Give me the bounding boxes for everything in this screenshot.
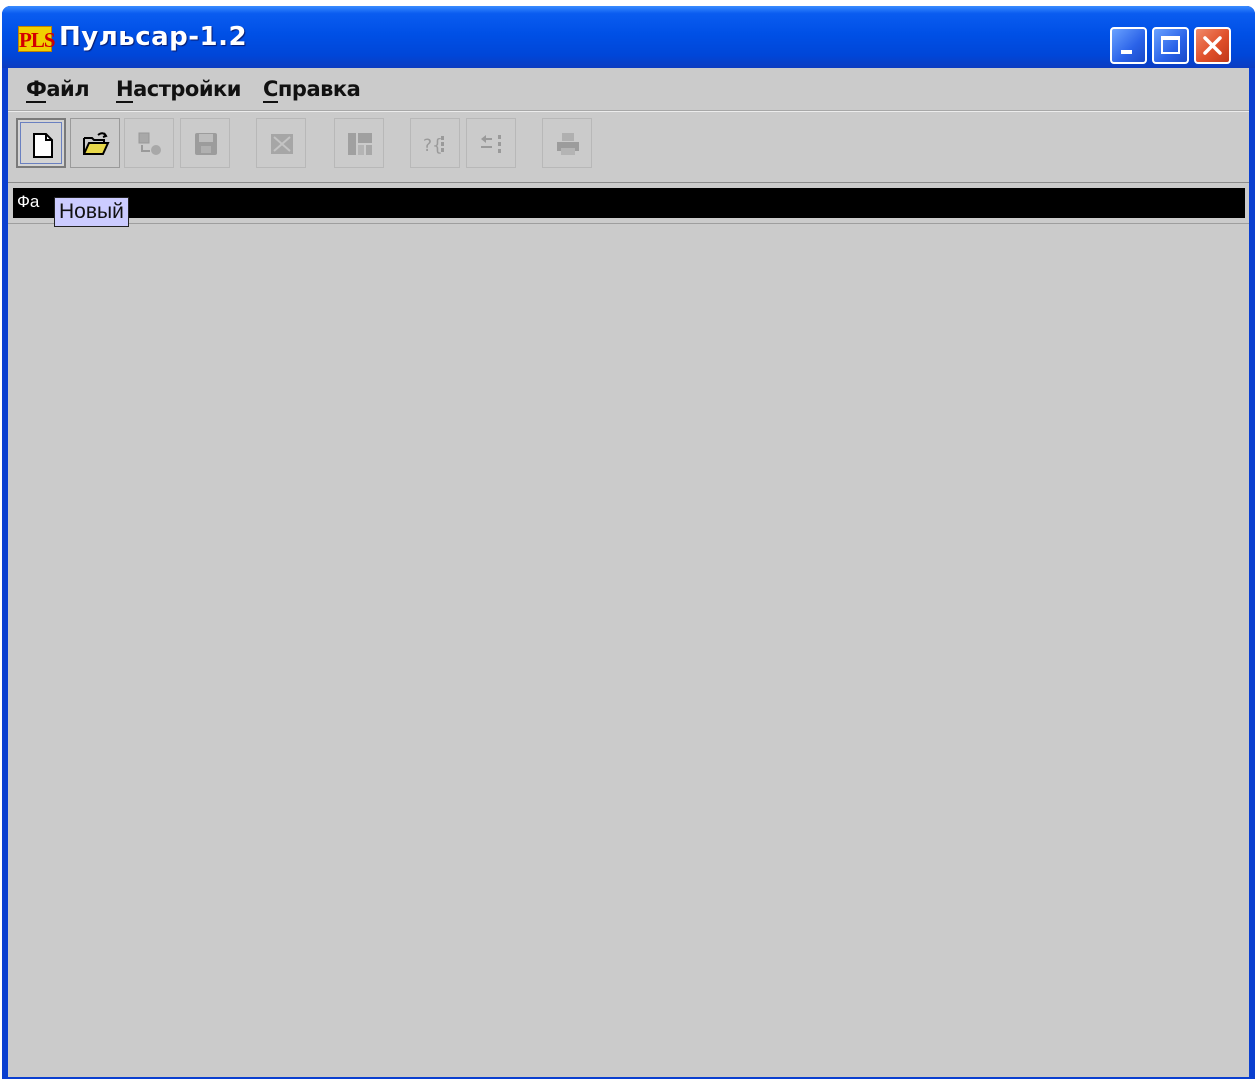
toolbar-new-button[interactable] (16, 118, 66, 168)
file-path-label: Фа (17, 192, 40, 211)
menu-help-label: правка (277, 77, 361, 101)
maximize-icon (1161, 36, 1180, 54)
close-button[interactable] (1194, 27, 1231, 64)
toolbar: ? { (8, 111, 1249, 183)
printer-icon (557, 133, 579, 155)
svg-text:?: ? (423, 136, 432, 156)
toolbar-close-doc-button[interactable] (256, 118, 306, 168)
toolbar-query-button[interactable]: ? { (410, 118, 460, 168)
title-bar[interactable]: PLS Пульсар-1.2 (2, 6, 1255, 68)
query-icon: ? { (423, 136, 444, 156)
menu-settings[interactable]: Настройки (116, 77, 242, 103)
client-area: Файл Настройки Справка ? {Фа Новый (8, 68, 1249, 1077)
maximize-button[interactable] (1152, 27, 1189, 64)
menu-file[interactable]: Файл (26, 77, 90, 103)
toolbar-print-button[interactable] (542, 118, 592, 168)
menu-file-label: айл (46, 77, 90, 101)
workspace-area (8, 224, 1249, 1077)
open-folder-icon (83, 132, 110, 155)
menu-help-mnemonic: С (263, 77, 278, 103)
menu-settings-mnemonic: Н (116, 77, 134, 103)
toolbar-convert-button[interactable] (124, 118, 174, 168)
tooltip: Новый (54, 197, 129, 227)
menu-bar: Файл Настройки Справка (8, 68, 1249, 111)
close-document-icon (271, 134, 293, 154)
toolbar-align-button[interactable] (466, 118, 516, 168)
file-path-bar: Фа (13, 188, 1245, 218)
menu-help[interactable]: Справка (263, 77, 361, 103)
menu-file-mnemonic: Ф (26, 77, 47, 103)
close-icon (1203, 36, 1222, 55)
minimize-button[interactable] (1110, 27, 1147, 64)
columns-icon (348, 133, 372, 155)
minimize-icon (1121, 50, 1132, 54)
align-icon (481, 135, 501, 153)
toolbar-open-button[interactable] (70, 118, 120, 168)
app-logo-icon: PLS (18, 26, 56, 52)
menu-settings-label: астройки (133, 77, 242, 101)
new-document-icon (33, 133, 53, 158)
app-window: PLS Пульсар-1.2 Файл Настройки Справка ?… (2, 6, 1255, 1079)
toolbar-save-button[interactable] (180, 118, 230, 168)
database-convert-icon (138, 132, 161, 155)
toolbar-columns-button[interactable] (334, 118, 384, 168)
floppy-disk-icon (195, 133, 217, 155)
window-title: Пульсар-1.2 (59, 22, 248, 52)
